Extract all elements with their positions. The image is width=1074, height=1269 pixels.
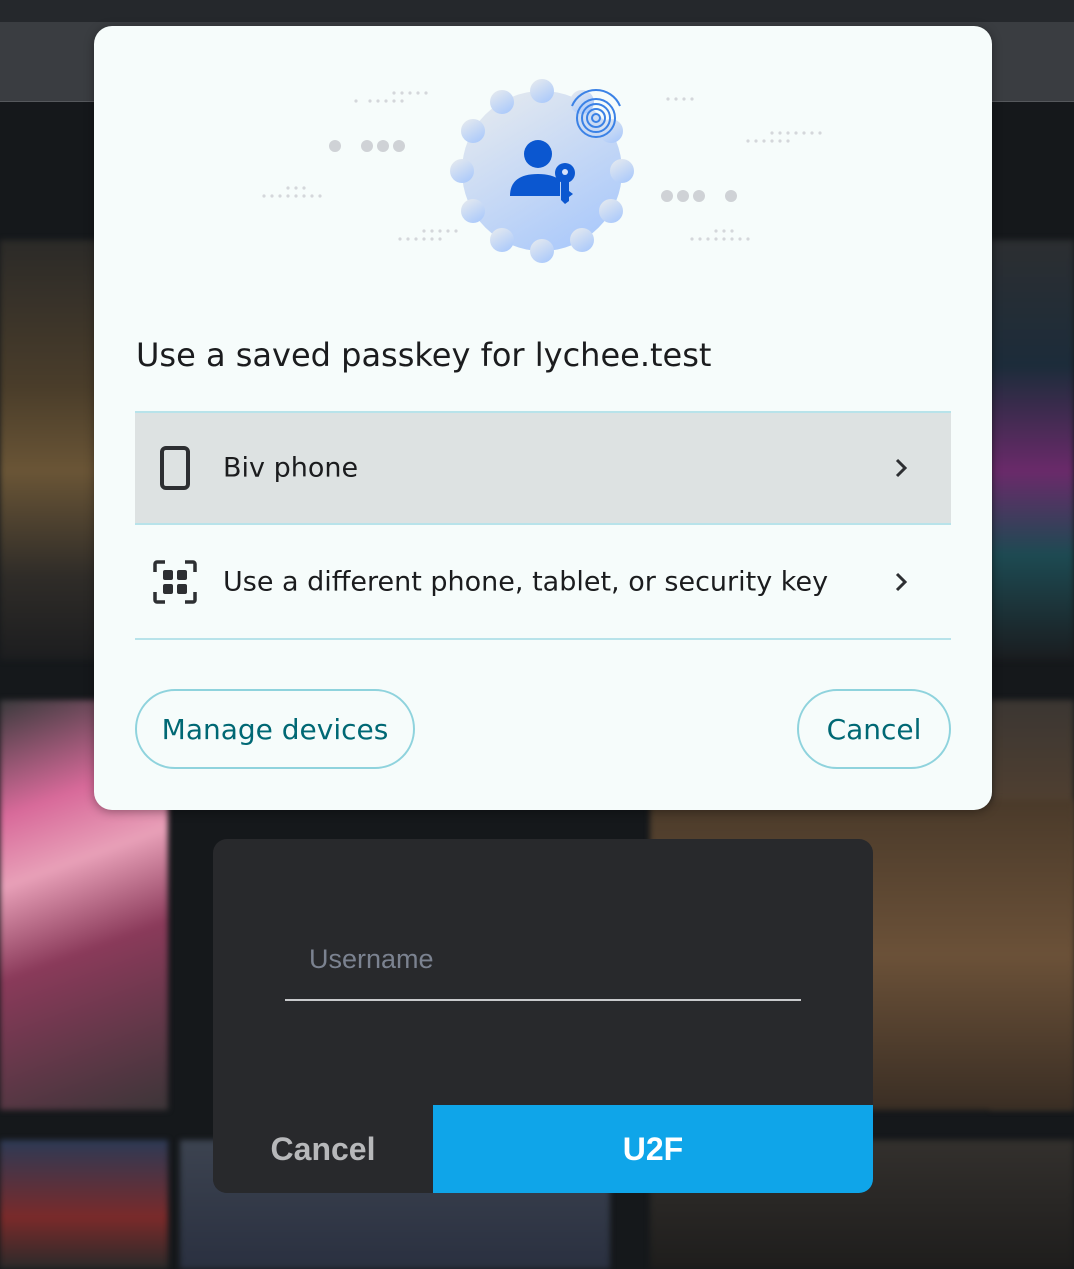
photo-thumbnail (990, 240, 1074, 660)
passkey-dialog: Use a saved passkey for lychee.test Biv … (94, 26, 992, 810)
chevron-right-icon (895, 458, 908, 478)
login-dialog: Cancel U2F (213, 839, 873, 1193)
dialog-title: Use a saved passkey for lychee.test (136, 336, 712, 374)
passkey-badge-icon (450, 79, 634, 263)
smartphone-icon (153, 446, 197, 490)
photo-thumbnail (0, 240, 100, 660)
passkey-option-other-device[interactable]: Use a different phone, tablet, or securi… (135, 526, 951, 640)
passkey-illustration (262, 79, 822, 263)
u2f-button[interactable]: U2F (433, 1105, 873, 1193)
browser-top-bar (0, 0, 1074, 22)
option-label: Biv phone (223, 452, 359, 484)
chevron-right-icon (895, 572, 908, 592)
username-input[interactable] (285, 919, 801, 999)
cancel-button[interactable]: Cancel (797, 689, 951, 769)
login-cancel-button[interactable]: Cancel (213, 1105, 433, 1193)
photo-thumbnail (0, 1140, 168, 1269)
manage-devices-button[interactable]: Manage devices (135, 689, 415, 769)
option-label: Use a different phone, tablet, or securi… (223, 566, 829, 598)
qr-code-icon (153, 560, 197, 604)
username-field-wrapper (285, 919, 801, 1001)
passkey-option-biv-phone[interactable]: Biv phone (135, 411, 951, 525)
